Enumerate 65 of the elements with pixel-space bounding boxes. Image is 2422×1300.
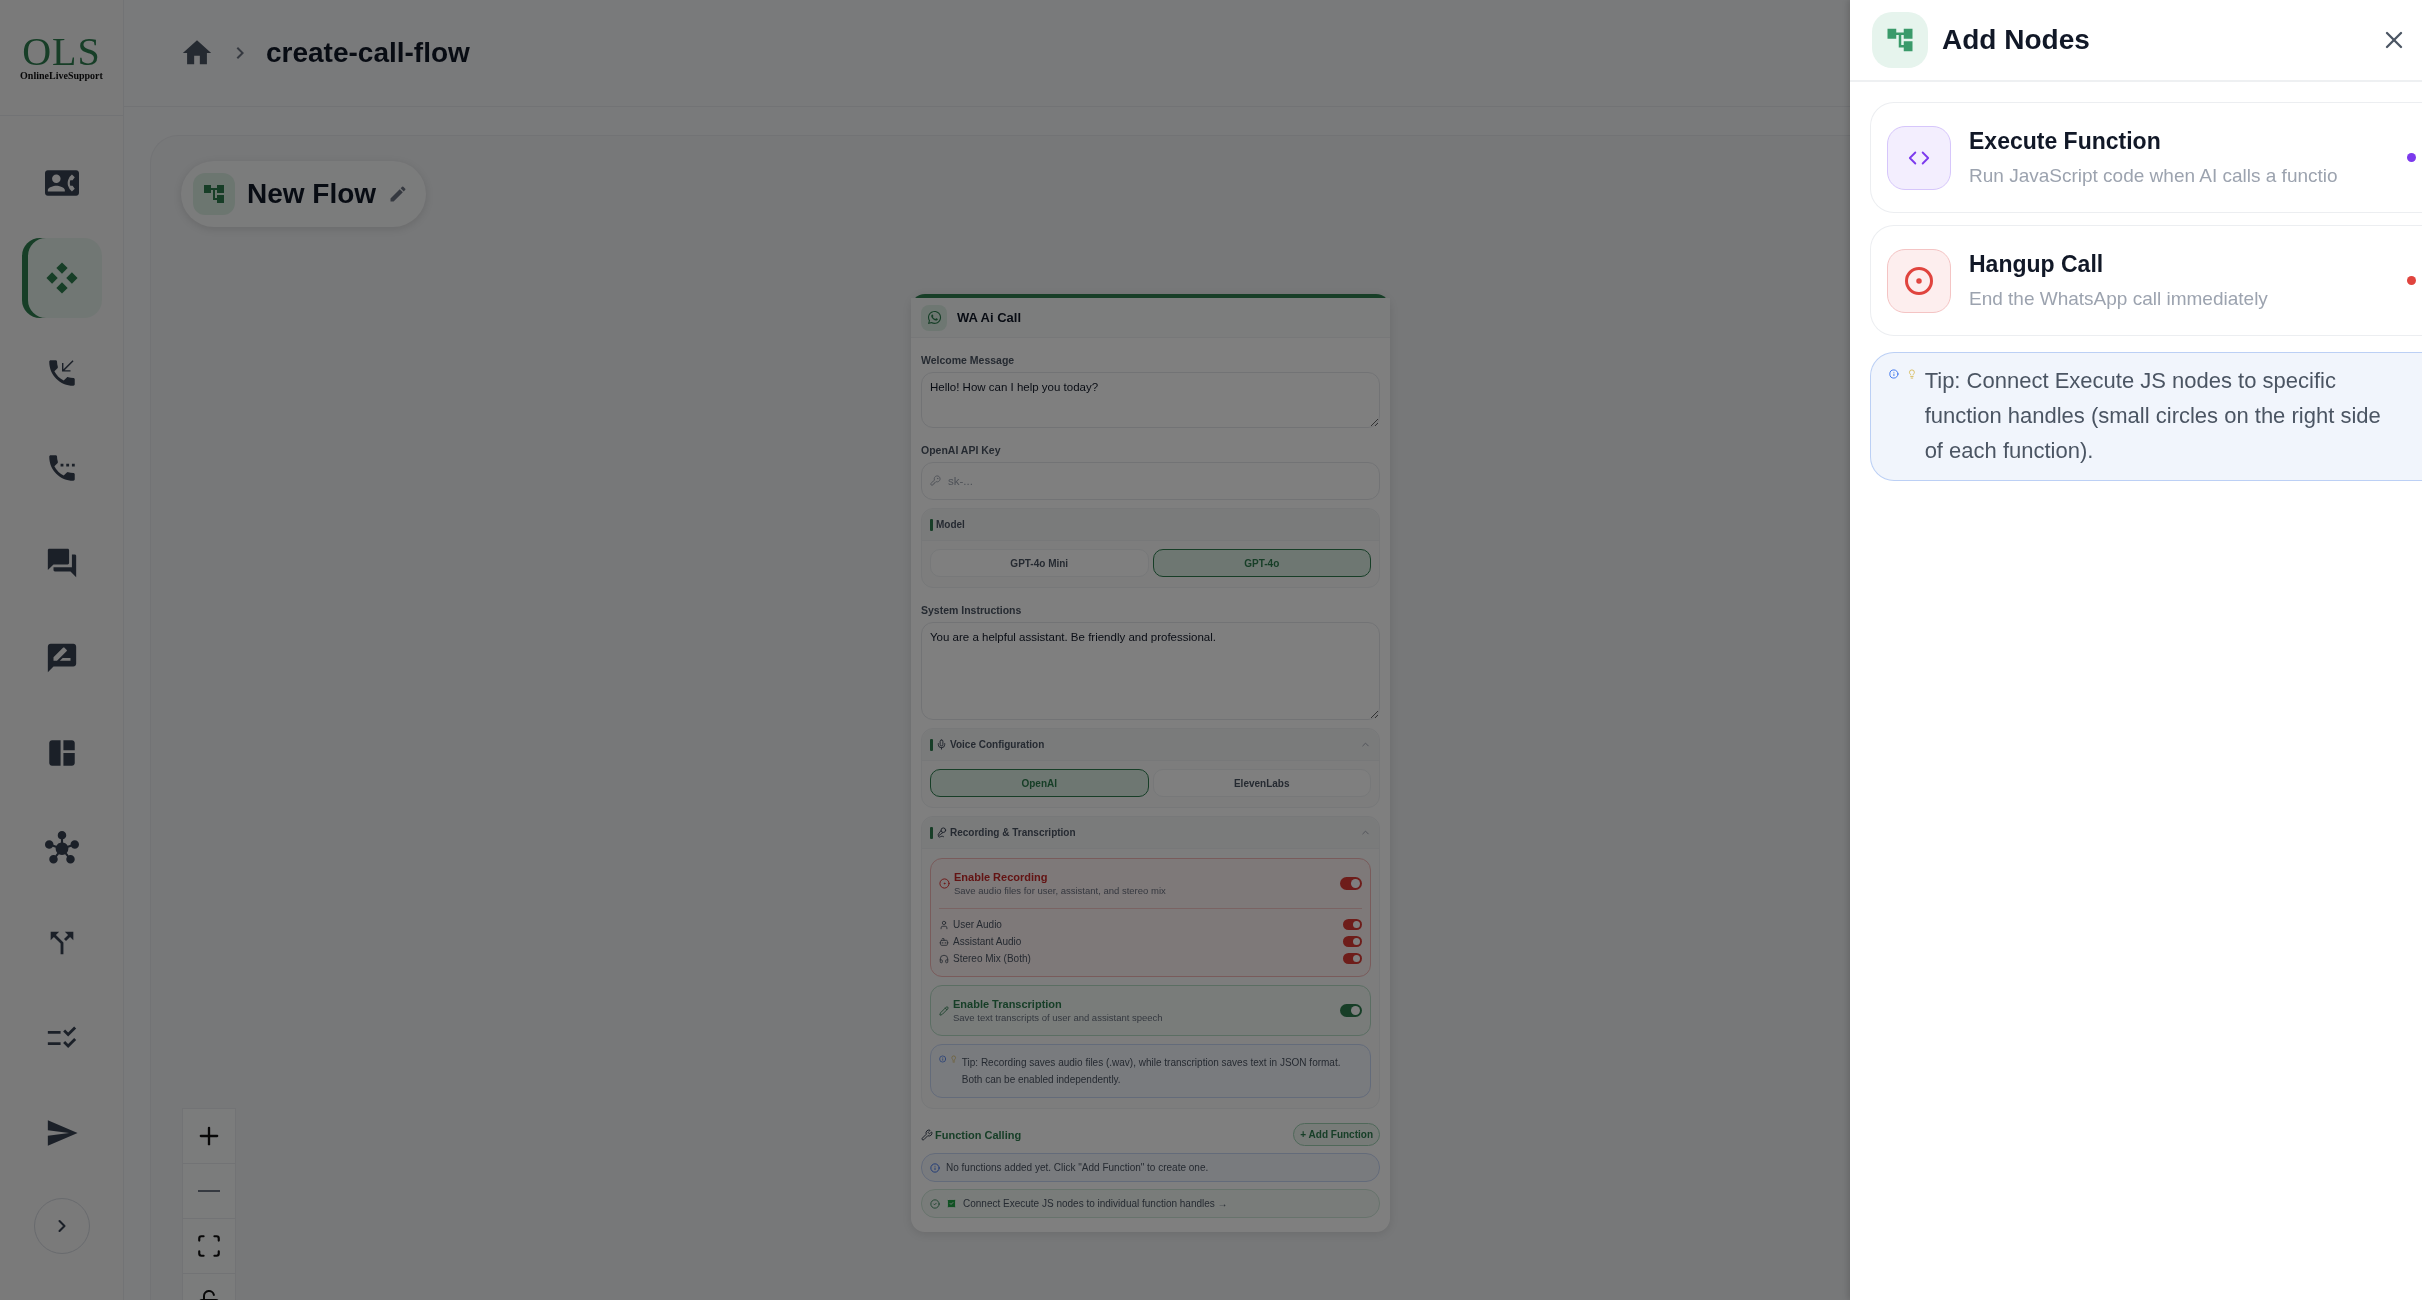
chat-phone-icon [921, 304, 947, 331]
diamonds-icon [44, 261, 79, 295]
tip-text: Tip: Connect Execute JS nodes to specific function handles (small circles on the right side of each function). [1924, 367, 2382, 465]
field-label: System Instructions [921, 604, 1023, 616]
node-title: WA Ai Call [957, 310, 1022, 325]
tip-text: Tip: Recording saves audio files (.wav), while transcription saves text in JSON format. Both can be enabled independently. [961, 1056, 1342, 1087]
node-option-title: Execute Function [1969, 128, 2162, 155]
breadcrumb-title: create-call-flow [266, 37, 470, 69]
track-label: Stereo Mix (Both) [953, 953, 1032, 964]
note-text: Connect Execute JS nodes to individual function handles → [963, 1198, 1228, 1209]
section-title: Voice Configuration [950, 739, 1046, 750]
toggle-switch[interactable] [1340, 877, 1362, 890]
add-function-button[interactable]: + Add Function [1293, 1123, 1380, 1146]
target-icon [1904, 265, 1934, 296]
field-label: Welcome Message [921, 354, 1016, 366]
fit-view-icon [196, 1233, 222, 1259]
node-option-description: End the WhatsApp call immediately [1969, 288, 2269, 310]
track-label: User Audio [953, 919, 1003, 930]
pencil-icon [939, 1005, 949, 1016]
option-description: Save audio files for user, assistant, and stereo mix [954, 885, 1167, 896]
node-option[interactable]: Execute Function Run JavaScript code when AI calls a functio [1870, 102, 2422, 213]
flow-icon [193, 173, 235, 215]
node-option-title: Hangup Call [1969, 251, 2105, 278]
lightbulb-icon [950, 1054, 958, 1064]
headphones-icon [939, 953, 949, 964]
logo: OLS OnlineLiveSupport [0, 0, 123, 116]
section-title: Function Calling [935, 1128, 1023, 1141]
track-label: Assistant Audio [953, 936, 1023, 947]
section-title: Model [936, 519, 966, 530]
hub-icon [44, 831, 79, 865]
microphone-icon [936, 739, 947, 750]
welcome-message-field[interactable]: Hello! How can I help you today? [921, 372, 1380, 428]
toggle-switch[interactable] [1343, 936, 1362, 947]
flow-node-card[interactable] [911, 294, 1390, 1232]
flow-icon [1872, 12, 1928, 68]
system-instructions-field[interactable]: You are a helpful assistant. Be friendly and professional. [921, 622, 1380, 720]
minus-icon [198, 1190, 220, 1192]
toggle-switch[interactable] [1343, 919, 1362, 930]
node-option-description: Run JavaScript code when AI calls a functio [1969, 165, 2339, 187]
robot-icon [939, 936, 949, 947]
info-icon [939, 1054, 947, 1064]
voice-option[interactable]: ElevenLabs [1152, 769, 1371, 797]
toggle-switch[interactable] [1340, 1004, 1362, 1017]
wrench-icon [921, 1128, 933, 1141]
key-icon [930, 475, 941, 486]
voice-option[interactable]: OpenAI [930, 769, 1149, 797]
flow-name: New Flow [247, 178, 377, 210]
panel-title: Add Nodes [1942, 24, 2091, 56]
target-icon [939, 878, 950, 889]
info-icon [930, 1162, 940, 1173]
option-description: Save text transcripts of user and assistant speech [953, 1012, 1164, 1023]
note-text: No functions added yet. Click "Add Function" to create one. [946, 1162, 1209, 1173]
checkbox-icon [946, 1198, 957, 1209]
node-option[interactable]: Hangup Call End the WhatsApp call immediately [1870, 225, 2422, 336]
option-title: Enable Recording [954, 871, 1049, 883]
check-circle-icon [930, 1198, 940, 1209]
microphone-icon [936, 827, 947, 838]
model-option[interactable]: GPT-4o [1152, 549, 1371, 577]
person-icon [939, 919, 949, 930]
sidebar-item[interactable] [21, 238, 102, 318]
option-title: Enable Transcription [953, 998, 1063, 1010]
field-label: OpenAI API Key [921, 444, 1002, 456]
section-title: Recording & Transcription [950, 827, 1077, 838]
toggle-switch[interactable] [1343, 953, 1362, 964]
model-option[interactable]: GPT-4o Mini [930, 549, 1149, 577]
